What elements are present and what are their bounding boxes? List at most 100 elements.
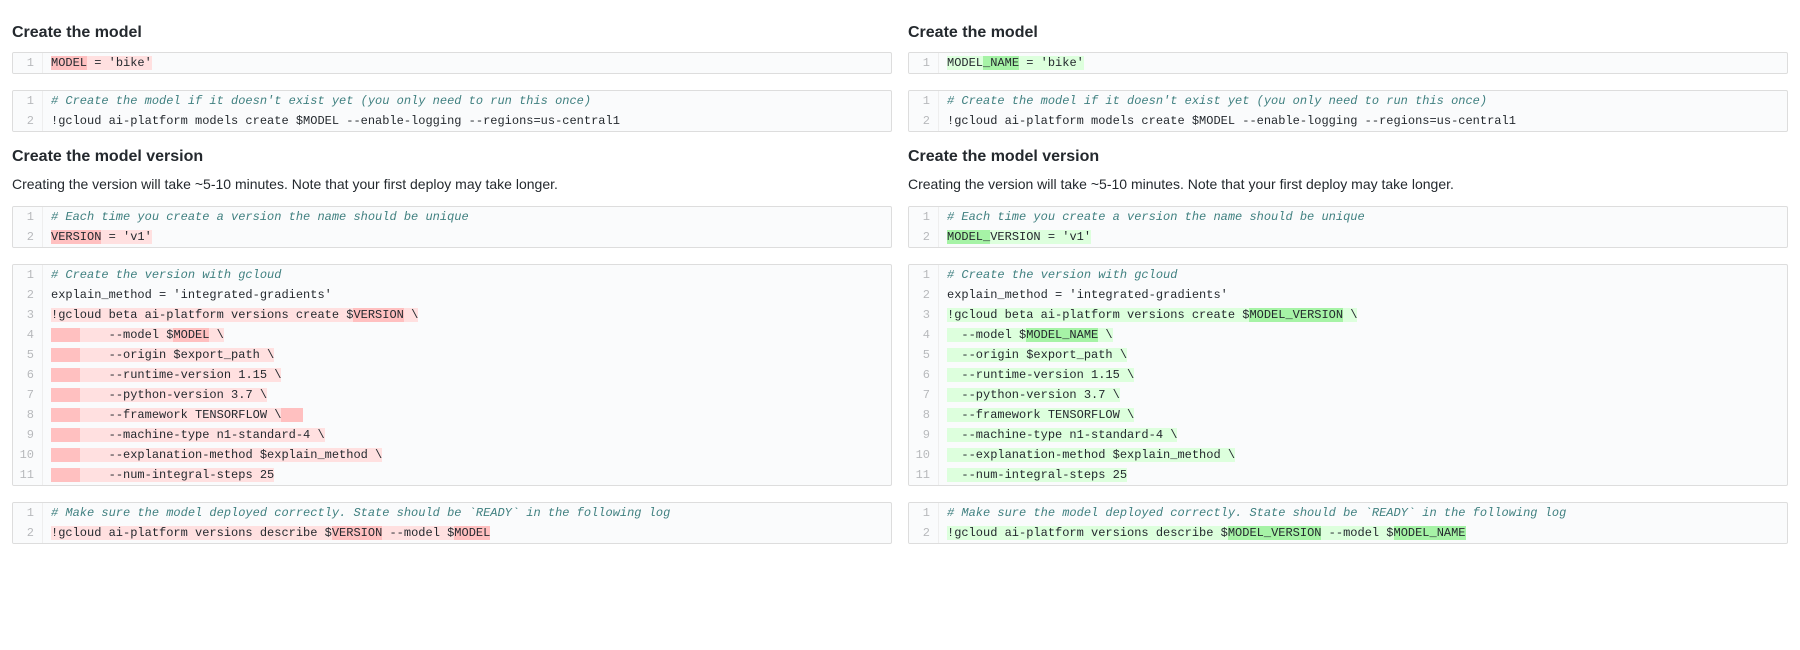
line-number: 9 — [13, 425, 43, 445]
code-block-version-assign-left: 1 # Each time you create a version the n… — [12, 206, 892, 248]
line-number: 8 — [909, 405, 939, 425]
diff-container: Create the model 1 MODEL = 'bike' 1 # Cr… — [12, 12, 1788, 560]
code-line: 2 explain_method = 'integrated-gradients… — [13, 285, 891, 305]
line-number: 1 — [13, 207, 43, 227]
line-number: 10 — [909, 445, 939, 465]
line-number: 1 — [13, 265, 43, 285]
line-number: 3 — [13, 305, 43, 325]
code-block-model-assign-right: 1 MODEL_NAME = 'bike' — [908, 52, 1788, 74]
code-block-describe-right: 1 # Make sure the model deployed correct… — [908, 502, 1788, 544]
code-text: --model $MODEL \ — [43, 325, 891, 345]
code-line: 1 # Each time you create a version the n… — [909, 207, 1787, 227]
code-line: 2 explain_method = 'integrated-gradients… — [909, 285, 1787, 305]
line-number: 2 — [13, 227, 43, 247]
code-line: 1 # Create the model if it doesn't exist… — [13, 91, 891, 111]
line-number: 2 — [13, 523, 43, 543]
code-block-model-assign-left: 1 MODEL = 'bike' — [12, 52, 892, 74]
code-text: # Create the version with gcloud — [939, 265, 1787, 285]
line-number: 2 — [909, 523, 939, 543]
line-number: 2 — [909, 227, 939, 247]
line-number: 5 — [13, 345, 43, 365]
code-line: 11 --num-integral-steps 25 — [13, 465, 891, 485]
code-line: 1 MODEL = 'bike' — [13, 53, 891, 73]
code-text: # Make sure the model deployed correctly… — [43, 503, 891, 523]
code-text: --num-integral-steps 25 — [43, 465, 891, 485]
code-line: 1 # Create the model if it doesn't exist… — [909, 91, 1787, 111]
code-block-version-assign-right: 1 # Each time you create a version the n… — [908, 206, 1788, 248]
code-line: 8 --framework TENSORFLOW \ — [909, 405, 1787, 425]
heading-create-model: Create the model — [12, 24, 892, 42]
code-text: explain_method = 'integrated-gradients' — [939, 285, 1787, 305]
heading-create-version: Create the model version — [908, 148, 1788, 166]
code-line: 10 --explanation-method $explain_method … — [909, 445, 1787, 465]
line-number: 11 — [13, 465, 43, 485]
code-line: 1 # Create the version with gcloud — [909, 265, 1787, 285]
code-block-create-model-right: 1 # Create the model if it doesn't exist… — [908, 90, 1788, 132]
code-text: --framework TENSORFLOW \ — [939, 405, 1787, 425]
code-text: explain_method = 'integrated-gradients' — [43, 285, 891, 305]
code-text: --framework TENSORFLOW \ — [43, 405, 891, 425]
code-line: 1 # Make sure the model deployed correct… — [909, 503, 1787, 523]
code-line: 9 --machine-type n1-standard-4 \ — [909, 425, 1787, 445]
code-line: 1 # Each time you create a version the n… — [13, 207, 891, 227]
code-text: !gcloud ai-platform versions describe $M… — [939, 523, 1787, 543]
line-number: 8 — [13, 405, 43, 425]
heading-create-version: Create the model version — [12, 148, 892, 166]
line-number: 5 — [909, 345, 939, 365]
code-line: 4 --model $MODEL_NAME \ — [909, 325, 1787, 345]
code-text: --explanation-method $explain_method \ — [43, 445, 891, 465]
code-text: --machine-type n1-standard-4 \ — [43, 425, 891, 445]
code-text: # Make sure the model deployed correctly… — [939, 503, 1787, 523]
line-number: 2 — [909, 111, 939, 131]
code-line: 7 --python-version 3.7 \ — [909, 385, 1787, 405]
line-number: 7 — [909, 385, 939, 405]
code-text: MODEL = 'bike' — [43, 53, 891, 73]
line-number: 11 — [909, 465, 939, 485]
code-line: 10 --explanation-method $explain_method … — [13, 445, 891, 465]
code-line: 9 --machine-type n1-standard-4 \ — [13, 425, 891, 445]
diff-right: Create the model 1 MODEL_NAME = 'bike' 1… — [908, 12, 1788, 560]
code-line: 5 --origin $export_path \ — [909, 345, 1787, 365]
line-number: 4 — [13, 325, 43, 345]
code-text: --python-version 3.7 \ — [43, 385, 891, 405]
code-line: 4 --model $MODEL \ — [13, 325, 891, 345]
code-text: --python-version 3.7 \ — [939, 385, 1787, 405]
code-text: !gcloud ai-platform models create $MODEL… — [43, 111, 891, 131]
version-note: Creating the version will take ~5-10 min… — [12, 176, 892, 192]
code-line: 3 !gcloud beta ai-platform versions crea… — [13, 305, 891, 325]
code-block-create-model-left: 1 # Create the model if it doesn't exist… — [12, 90, 892, 132]
code-text: --origin $export_path \ — [43, 345, 891, 365]
line-number: 1 — [13, 503, 43, 523]
code-line: 11 --num-integral-steps 25 — [909, 465, 1787, 485]
version-note: Creating the version will take ~5-10 min… — [908, 176, 1788, 192]
code-line: 1 MODEL_NAME = 'bike' — [909, 53, 1787, 73]
code-text: MODEL_NAME = 'bike' — [939, 53, 1787, 73]
line-number: 1 — [909, 265, 939, 285]
line-number: 6 — [13, 365, 43, 385]
code-text: !gcloud ai-platform versions describe $V… — [43, 523, 891, 543]
code-text: --machine-type n1-standard-4 \ — [939, 425, 1787, 445]
code-text: # Create the model if it doesn't exist y… — [939, 91, 1787, 111]
line-number: 2 — [13, 285, 43, 305]
code-line: 8 --framework TENSORFLOW \ — [13, 405, 891, 425]
line-number: 10 — [13, 445, 43, 465]
line-number: 9 — [909, 425, 939, 445]
code-text: # Create the version with gcloud — [43, 265, 891, 285]
code-text: --origin $export_path \ — [939, 345, 1787, 365]
code-text: VERSION = 'v1' — [43, 227, 891, 247]
line-number: 1 — [909, 503, 939, 523]
line-number: 1 — [13, 91, 43, 111]
code-line: 6 --runtime-version 1.15 \ — [909, 365, 1787, 385]
heading-create-model: Create the model — [908, 24, 1788, 42]
code-text: # Each time you create a version the nam… — [43, 207, 891, 227]
code-line: 5 --origin $export_path \ — [13, 345, 891, 365]
code-text: --model $MODEL_NAME \ — [939, 325, 1787, 345]
code-line: 3 !gcloud beta ai-platform versions crea… — [909, 305, 1787, 325]
line-number: 7 — [13, 385, 43, 405]
code-text: !gcloud ai-platform models create $MODEL… — [939, 111, 1787, 131]
diff-left: Create the model 1 MODEL = 'bike' 1 # Cr… — [12, 12, 892, 560]
line-number: 4 — [909, 325, 939, 345]
line-number: 2 — [13, 111, 43, 131]
code-line: 2 !gcloud ai-platform models create $MOD… — [13, 111, 891, 131]
code-text: --runtime-version 1.15 \ — [939, 365, 1787, 385]
